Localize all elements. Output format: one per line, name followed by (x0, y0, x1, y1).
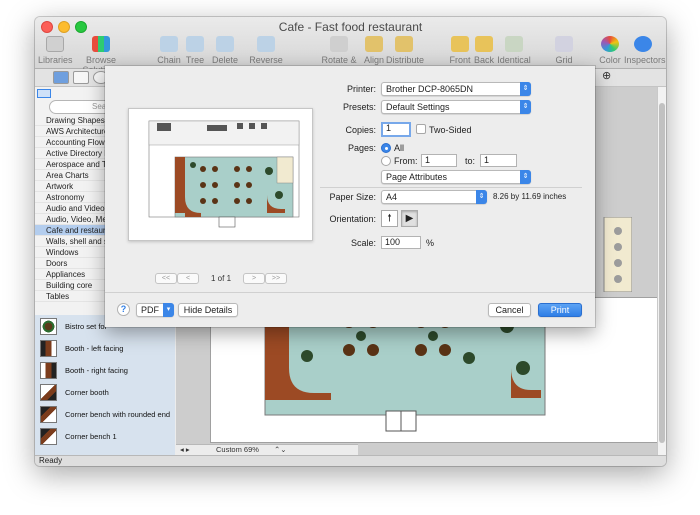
shape-item[interactable]: Corner bench 1 (35, 425, 175, 447)
corner-bench-icon (40, 427, 57, 445)
chevron-updown-icon: ⇕ (520, 170, 531, 184)
toolbar-identical-button[interactable]: Identical (497, 36, 531, 65)
library-view-icon[interactable] (37, 89, 51, 98)
hide-details-button[interactable]: Hide Details (178, 303, 238, 317)
toolbar-align-button[interactable]: Align (361, 36, 387, 65)
select-tool-icon[interactable] (53, 71, 69, 84)
corner-booth-icon (40, 383, 57, 401)
toolbar-chain-button[interactable]: Chain (154, 36, 184, 65)
chevron-down-icon: ▾ (163, 303, 174, 317)
presets-select[interactable]: Default Settings ⇕ (381, 100, 531, 114)
shape-panel: Bistro set for Booth - left facing Booth… (35, 315, 175, 455)
two-sided-label: Two-Sided (429, 125, 472, 135)
booth-left-icon (40, 339, 57, 357)
options-separator (320, 187, 582, 188)
shape-item[interactable]: Booth - left facing (35, 337, 175, 359)
printer-select[interactable]: Brother DCP-8065DN ⇕ (381, 82, 531, 96)
pdf-menu-button[interactable]: PDF ▾ (136, 303, 174, 317)
pages-label: Pages: (347, 143, 376, 153)
preview-pager: << < 1 of 1 > >> (155, 273, 287, 285)
landscape-orientation-icon[interactable]: ▶ (401, 210, 418, 227)
preview-floor-plan (148, 120, 300, 228)
pages-from-input[interactable]: 1 (421, 154, 457, 167)
toolbar-color-button[interactable]: Color (598, 36, 622, 65)
delete-link-icon (216, 36, 234, 52)
bistro-set-icon (40, 317, 57, 335)
pages-to-input[interactable]: 1 (480, 154, 517, 167)
portrait-orientation-icon[interactable]: 🠕 (381, 210, 398, 227)
inspectors-icon (634, 36, 652, 52)
toolbar-grid-button[interactable]: Grid (552, 36, 576, 65)
chevron-updown-icon: ⇕ (520, 82, 531, 96)
last-page-button[interactable]: >> (265, 273, 287, 284)
status-text: Ready (39, 456, 63, 465)
toolbar-back-button[interactable]: Back (472, 36, 496, 65)
chevron-updown-icon: ⇕ (476, 190, 487, 204)
front-icon (451, 36, 469, 52)
previous-page-button[interactable]: < (177, 273, 199, 284)
distribute-icon (395, 36, 413, 52)
pages-all-label: All (394, 143, 405, 153)
scale-input[interactable]: 100 (381, 236, 421, 249)
toolbar-front-button[interactable]: Front (448, 36, 472, 65)
vertical-scroll-thumb[interactable] (659, 103, 665, 443)
grid-icon (555, 36, 573, 52)
pages-from-label: From: (394, 156, 418, 166)
help-button[interactable]: ? (117, 303, 130, 316)
paper-size-select[interactable]: A4 ⇕ (381, 190, 487, 204)
rotate-flip-icon (330, 36, 348, 52)
shape-item[interactable]: Corner bench with rounded end (35, 403, 175, 425)
orientation-label: Orientation: (329, 214, 376, 224)
two-sided-checkbox[interactable] (416, 124, 426, 134)
print-dialog: << < 1 of 1 > >> Printer: Brother DCP-80… (105, 66, 595, 327)
copies-input[interactable]: 1 (381, 122, 411, 137)
browse-solutions-icon (92, 36, 110, 52)
zoom-arrows-icon[interactable]: ⌃⌄ (274, 445, 287, 455)
shape-item[interactable]: Corner booth (35, 381, 175, 403)
window-title: Cafe - Fast food restaurant (278, 20, 423, 34)
first-page-button[interactable]: << (155, 273, 177, 284)
next-page-button[interactable]: > (243, 273, 265, 284)
paper-dimensions: 8.26 by 11.69 inches (493, 192, 567, 201)
pages-all-radio[interactable] (381, 143, 391, 153)
copies-label: Copies: (345, 125, 376, 135)
pages-range-radio[interactable] (381, 156, 391, 166)
print-preview (128, 108, 313, 241)
tree-icon (186, 36, 204, 52)
paper-size-label: Paper Size: (329, 192, 376, 202)
status-bar: Ready (35, 455, 666, 466)
page-indicator: 1 of 1 (211, 274, 232, 283)
libraries-icon (46, 36, 64, 52)
toolbar-libraries-button[interactable]: Libraries (38, 36, 73, 65)
color-icon (601, 36, 619, 52)
printer-label: Printer: (346, 84, 376, 94)
scale-label: Scale: (350, 238, 376, 248)
toolbar-inspectors-button[interactable]: Inspectors (624, 36, 666, 65)
zoom-control-bar: ◂ ▸ Custom 69% ⌃⌄ (176, 444, 358, 455)
section-select[interactable]: Page Attributes ⇕ (381, 170, 531, 184)
scale-unit: % (426, 238, 435, 248)
cancel-button[interactable]: Cancel (488, 303, 531, 317)
rectangle-tool-icon[interactable] (73, 71, 89, 84)
page-nav-icon[interactable]: ◂ ▸ (180, 445, 190, 455)
print-button[interactable]: Print (538, 303, 582, 317)
footer-separator (105, 292, 595, 293)
align-icon (365, 36, 383, 52)
toolbar-tree-button[interactable]: Tree (182, 36, 208, 65)
chain-icon (160, 36, 178, 52)
zoom-in-icon[interactable]: ⊕ (602, 71, 618, 84)
identical-icon (505, 36, 523, 52)
booth-right-icon (40, 361, 57, 379)
corner-bench-rounded-icon (40, 405, 57, 423)
title-bar: Cafe - Fast food restaurant Libraries Br… (35, 17, 666, 75)
toolbar-distribute-button[interactable]: Distribute (386, 36, 424, 65)
vertical-scrollbar[interactable] (657, 87, 666, 455)
shape-item[interactable]: Booth - right facing (35, 359, 175, 381)
pages-to-label: to: (465, 156, 476, 166)
chevron-updown-icon: ⇕ (520, 100, 531, 114)
back-icon (475, 36, 493, 52)
zoom-level[interactable]: Custom 69% (216, 445, 259, 455)
presets-label: Presets: (342, 102, 376, 112)
reverse-link-icon (257, 36, 275, 52)
